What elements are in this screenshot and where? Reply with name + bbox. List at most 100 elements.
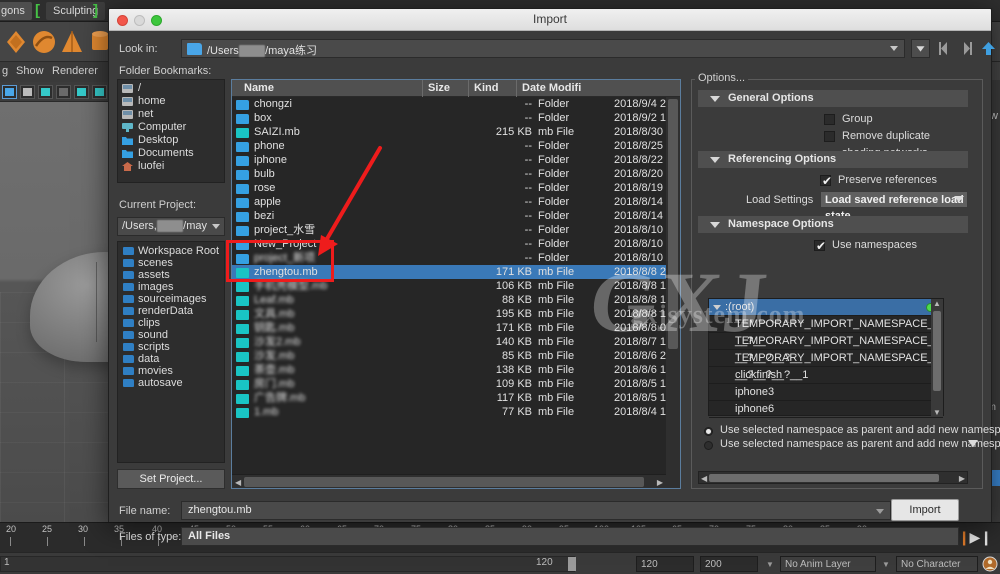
- scrollbar-thumb[interactable]: [668, 99, 678, 349]
- files-of-type-combobox[interactable]: All Files: [181, 527, 959, 546]
- project-tree-item[interactable]: clips: [118, 317, 224, 329]
- namespace-item[interactable]: TEMPORARY_IMPORT_NAMESPACE_?__?__: [709, 316, 943, 347]
- file-browser-table[interactable]: Name Size Kind Date Modifi chongzi -- Fold…: [231, 79, 681, 489]
- up-one-level-button[interactable]: [979, 39, 998, 58]
- section-namespace-options[interactable]: Namespace Options: [698, 216, 968, 233]
- column-header-kind[interactable]: Kind: [474, 82, 498, 94]
- namespace-tree-list[interactable]: :(root) TEMPORARY_IMPORT_NAMESPACE_?__?_…: [708, 298, 944, 418]
- file-list-horizontal-scrollbar[interactable]: ◀ ▶: [232, 474, 666, 488]
- table-row[interactable]: Leaf.mb 88 KB mb File 2018/8/8 16: [232, 293, 666, 307]
- forward-button[interactable]: [957, 39, 976, 58]
- set-project-button[interactable]: Set Project...: [117, 469, 225, 489]
- scroll-down-icon[interactable]: ▼: [933, 408, 941, 417]
- table-row[interactable]: iphone -- Folder 2018/8/22: [232, 153, 666, 167]
- remove-duplicate-shading-networks-checkbox[interactable]: [824, 131, 835, 142]
- table-row[interactable]: 房门.mb 109 KB mb File 2018/8/5 16: [232, 377, 666, 391]
- scroll-up-icon[interactable]: ▲: [933, 299, 941, 308]
- table-row[interactable]: chongzi -- Folder 2018/9/4 2: [232, 97, 666, 111]
- namespace-item-root[interactable]: :(root): [709, 299, 943, 316]
- four-panel-layout-icon[interactable]: [92, 85, 107, 99]
- file-name-input[interactable]: zhengtou.mb: [181, 501, 891, 520]
- option-preserve-references-row[interactable]: ✔ Preserve references: [698, 172, 968, 189]
- chevron-down-icon[interactable]: [890, 46, 898, 51]
- column-divider[interactable]: [468, 80, 469, 97]
- table-row[interactable]: bulb -- Folder 2018/8/20: [232, 167, 666, 181]
- table-row[interactable]: apple -- Folder 2018/8/14: [232, 195, 666, 209]
- menu-renderer[interactable]: Renderer: [52, 65, 98, 77]
- bookmark-item-luofei[interactable]: luofei: [118, 160, 224, 173]
- scroll-left-icon[interactable]: ◀: [235, 478, 241, 487]
- option-load-settings-row[interactable]: Load Settings Load saved reference load …: [698, 191, 968, 222]
- chevron-down-icon[interactable]: [876, 509, 884, 514]
- scroll-right-icon[interactable]: ▶: [657, 478, 663, 487]
- polygon-cone-icon[interactable]: [58, 28, 86, 56]
- table-row[interactable]: 茶壶.mb 138 KB mb File 2018/8/6 16: [232, 363, 666, 377]
- table-row[interactable]: bezi -- Folder 2018/8/14: [232, 209, 666, 223]
- grid-toggle-icon[interactable]: [2, 85, 17, 99]
- namespace-item[interactable]: iphone6: [709, 401, 943, 418]
- scroll-left-icon[interactable]: ◀: [701, 474, 707, 483]
- project-tree-item[interactable]: images: [118, 281, 224, 293]
- menu-show[interactable]: Show: [16, 65, 44, 77]
- table-row[interactable]: project_水雪 -- Folder 2018/8/10: [232, 223, 666, 237]
- chevron-down-icon[interactable]: [954, 196, 964, 202]
- range-slider[interactable]: [0, 556, 575, 572]
- options-horizontal-scrollbar[interactable]: ◀ ▶: [698, 471, 968, 484]
- current-project-combobox[interactable]: /Users,luofei/may: [117, 217, 225, 236]
- bookmark-item-net[interactable]: net: [118, 108, 224, 121]
- scrollbar-thumb[interactable]: [933, 311, 941, 391]
- film-gate-icon[interactable]: [20, 85, 35, 99]
- project-tree-item[interactable]: scenes: [118, 257, 224, 269]
- character-set-field[interactable]: No Character Set: [896, 556, 978, 572]
- project-tree-item[interactable]: data: [118, 353, 224, 365]
- two-panel-layout-icon[interactable]: [74, 85, 89, 99]
- group-checkbox[interactable]: [824, 114, 835, 125]
- scroll-right-icon[interactable]: ▶: [959, 474, 965, 483]
- bookmark-item-computer[interactable]: Computer: [118, 121, 224, 134]
- options-overflow-caret-icon[interactable]: [968, 438, 978, 450]
- go-to-end-icon[interactable]: ▶❙: [970, 529, 993, 546]
- scrollbar-thumb[interactable]: [244, 477, 644, 487]
- column-divider[interactable]: [422, 80, 423, 97]
- project-tree-item[interactable]: assets: [118, 269, 224, 281]
- column-divider[interactable]: [516, 80, 517, 97]
- option-remove-dupes-row[interactable]: Remove duplicate shading networks: [698, 128, 968, 159]
- chevron-down-icon[interactable]: [212, 224, 220, 229]
- use-namespaces-checkbox[interactable]: ✔: [814, 239, 826, 253]
- file-list-vertical-scrollbar[interactable]: [666, 97, 680, 488]
- option-use-namespaces-row[interactable]: ✔ Use namespaces: [698, 237, 968, 254]
- menu-g[interactable]: g: [2, 65, 8, 77]
- load-settings-dropdown[interactable]: Load saved reference load state: [820, 191, 968, 222]
- folder-bookmarks-list[interactable]: / home net Computer Desktop Documents lu…: [117, 79, 225, 183]
- chevron-down-icon[interactable]: [710, 222, 720, 228]
- table-row[interactable]: phone -- Folder 2018/8/25: [232, 139, 666, 153]
- table-row[interactable]: 手机壳模型.mb 106 KB mb File 2018/8/8 15: [232, 279, 666, 293]
- option-group-row[interactable]: Group: [698, 111, 968, 128]
- project-tree-item[interactable]: sound: [118, 329, 224, 341]
- table-row[interactable]: 沙发2.mb 140 KB mb File 2018/8/7 14: [232, 335, 666, 349]
- dialog-titlebar[interactable]: Import: [109, 9, 991, 31]
- chevron-down-icon[interactable]: [713, 305, 721, 310]
- column-header-size[interactable]: Size: [428, 82, 450, 94]
- column-header-date[interactable]: Date Modifi: [522, 82, 581, 94]
- bookmark-item-documents[interactable]: Documents: [118, 147, 224, 160]
- namespace-item[interactable]: clickfinish: [709, 367, 943, 384]
- import-button[interactable]: Import: [891, 499, 959, 521]
- column-header-name[interactable]: Name: [244, 82, 274, 94]
- preserve-references-checkbox[interactable]: ✔: [820, 174, 832, 188]
- range-slider-thumb[interactable]: [568, 557, 576, 571]
- file-table-rows[interactable]: chongzi -- Folder 2018/9/4 2 box -- Folder 201…: [232, 97, 666, 472]
- radio-parent-filename[interactable]: [704, 427, 713, 436]
- look-in-combobox[interactable]: /Usersluofei/maya练习: [181, 39, 905, 58]
- table-row[interactable]: 沙发.mb 85 KB mb File 2018/8/6 20: [232, 349, 666, 363]
- range-start-field[interactable]: 120: [636, 556, 694, 572]
- project-tree-item[interactable]: sourceimages: [118, 293, 224, 305]
- table-row[interactable]: SAIZI.mb 215 KB mb File 2018/8/30: [232, 125, 666, 139]
- namespace-item[interactable]: TEMPORARY_IMPORT_NAMESPACE_?__?__?__?__: [709, 333, 943, 364]
- project-folder-tree[interactable]: Workspace Root scenes assets images sour…: [117, 241, 225, 463]
- namespace-list-scrollbar[interactable]: ▲ ▼: [931, 299, 943, 417]
- table-row[interactable]: 文具.mb 195 KB mb File 2018/8/8 16: [232, 307, 666, 321]
- table-row[interactable]: rose -- Folder 2018/8/19: [232, 181, 666, 195]
- table-row-selected[interactable]: zhengtou.mb 171 KB mb File 2018/8/8 2: [232, 265, 666, 279]
- project-tree-item[interactable]: movies: [118, 365, 224, 377]
